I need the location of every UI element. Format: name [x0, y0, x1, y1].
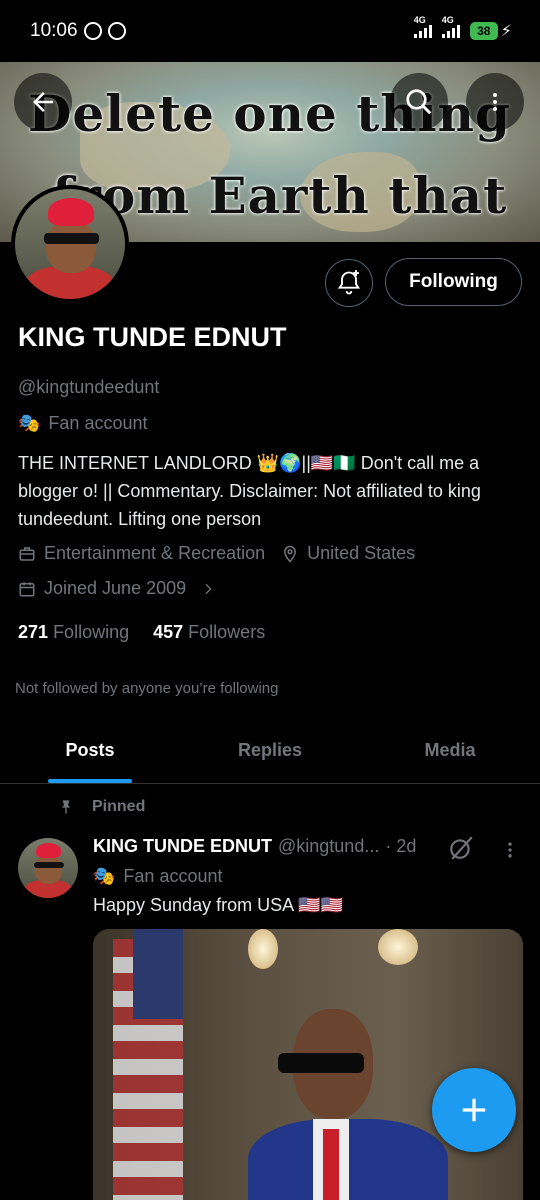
more-options-button[interactable] — [466, 73, 524, 131]
post-account-label: 🎭 Fan account — [93, 866, 222, 887]
post-more-button[interactable] — [500, 838, 520, 867]
mask-icon: 🎭 — [93, 866, 116, 886]
followers-count-link[interactable]: 457 Followers — [153, 622, 265, 643]
follow-counts: 271 Following 457 Followers — [18, 622, 265, 643]
post-author-name[interactable]: KING TUNDE EDNUT — [93, 836, 272, 857]
battery-level: 38 — [469, 22, 498, 40]
battery-icon: 38 ⚡ — [469, 21, 512, 41]
account-label: 🎭 Fan account — [18, 413, 147, 434]
post-author-avatar[interactable] — [18, 838, 78, 898]
profile-category: Entertainment & Recreation — [44, 543, 266, 563]
chevron-right-icon — [205, 583, 212, 594]
profile-avatar[interactable] — [11, 185, 129, 303]
profile-meta-row: Entertainment & Recreation United States — [18, 543, 415, 564]
profile-joined: Joined June 2009 — [44, 578, 187, 598]
pinned-indicator: Pinned — [58, 798, 145, 816]
status-left: 10:06 — [30, 20, 126, 42]
search-button[interactable] — [390, 73, 448, 131]
compose-plus-icon — [462, 1098, 486, 1122]
status-bar: 10:06 4G 4G 38 ⚡ — [0, 0, 540, 62]
profile-joined-row[interactable]: Joined June 2009 — [18, 578, 216, 599]
search-icon — [406, 89, 432, 115]
app-notification-icon — [107, 22, 126, 40]
tab-replies[interactable]: Replies — [180, 718, 360, 783]
following-button[interactable]: Following — [385, 258, 522, 306]
status-time: 10:06 — [30, 20, 78, 41]
profile-tabs: Posts Replies Media — [0, 718, 540, 784]
following-count-link[interactable]: 271 Following — [18, 622, 129, 643]
charging-icon: ⚡ — [500, 23, 512, 40]
following-label: Following — [53, 622, 130, 642]
back-button[interactable] — [14, 73, 72, 131]
grok-icon — [450, 836, 473, 860]
tab-posts[interactable]: Posts — [0, 718, 180, 783]
network-type-1: 4G — [413, 15, 426, 25]
compose-button[interactable] — [432, 1068, 516, 1152]
post-author-handle[interactable]: @kingtund... — [278, 836, 379, 857]
profile-bio: THE INTERNET LANDLORD 👑🌍||🇺🇸🇳🇬 Don't cal… — [18, 453, 481, 529]
not-followed-note: Not followed by anyone you’re following — [15, 680, 279, 697]
more-vertical-icon — [508, 842, 512, 858]
bell-plus-icon — [337, 270, 361, 295]
whatsapp-icon — [83, 22, 102, 40]
back-arrow-icon — [33, 92, 53, 112]
signal-icon-1: 4G — [413, 15, 432, 38]
notifications-bell-button[interactable] — [325, 259, 373, 307]
calendar-icon — [19, 581, 35, 596]
briefcase-icon — [19, 546, 35, 561]
followers-label: Followers — [188, 622, 266, 642]
following-count: 271 — [18, 622, 49, 642]
profile-handle: @kingtundeedunt — [18, 377, 160, 397]
grok-button[interactable] — [448, 835, 474, 866]
location-pin-icon — [284, 545, 297, 563]
pin-icon — [62, 800, 70, 814]
followers-count: 457 — [153, 622, 184, 642]
pinned-label: Pinned — [92, 798, 146, 815]
post-account-label-text: Fan account — [123, 866, 223, 886]
avatar-image — [15, 189, 125, 299]
account-label-text: Fan account — [48, 413, 148, 433]
status-right: 4G 4G 38 ⚡ — [413, 15, 512, 41]
mask-icon: 🎭 — [18, 413, 41, 433]
post-image[interactable] — [93, 929, 523, 1200]
network-type-2: 4G — [441, 15, 454, 25]
post-time: · 2d — [385, 836, 417, 856]
tab-media[interactable]: Media — [360, 718, 540, 783]
post-text: Happy Sunday from USA 🇺🇸🇺🇸 — [93, 895, 343, 915]
more-vertical-icon — [493, 93, 497, 111]
profile-location: United States — [307, 543, 416, 563]
profile-name: KING TUNDE EDNUT — [18, 322, 287, 352]
post-header: KING TUNDE EDNUT @kingtund... · 2d — [93, 836, 416, 857]
signal-icon-2: 4G — [441, 15, 460, 38]
